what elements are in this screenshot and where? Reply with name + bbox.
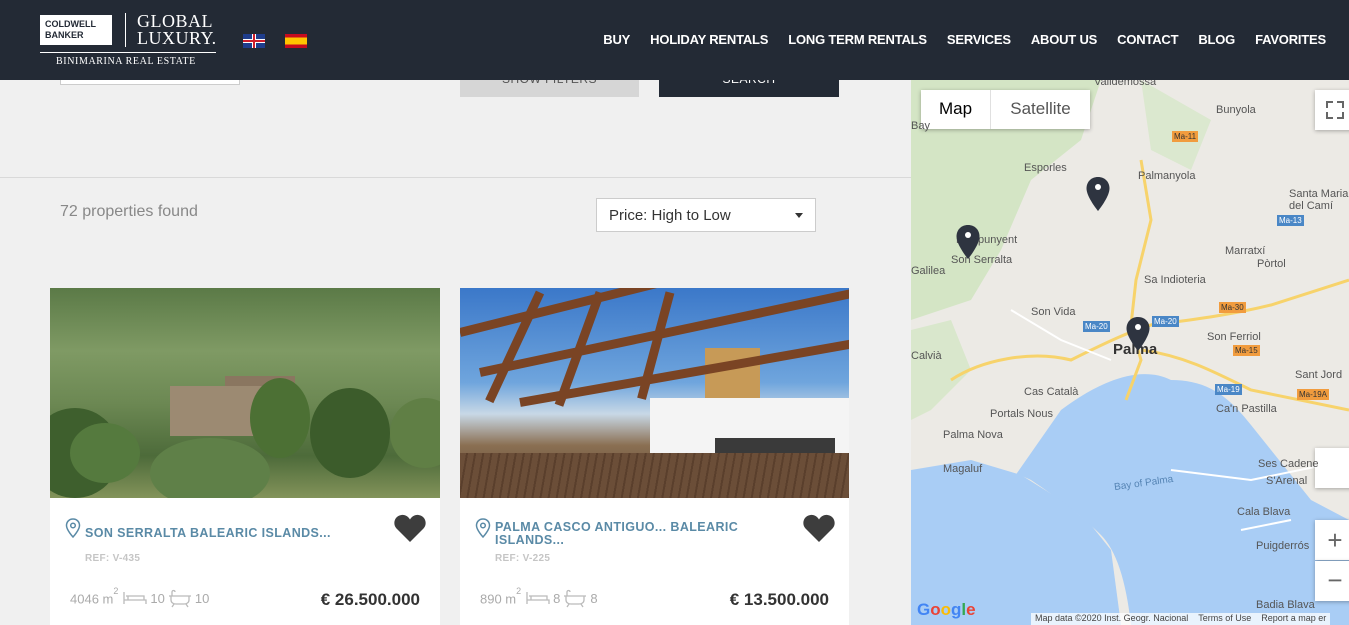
report-link[interactable]: Report a map er [1261, 613, 1326, 625]
road-badge: Ma-30 [1219, 302, 1246, 313]
bath-icon [168, 589, 191, 608]
nav-about-us[interactable]: ABOUT US [1031, 32, 1097, 47]
road-badge: Ma-13 [1277, 215, 1304, 226]
map-label: Bay [911, 120, 930, 132]
property-ref: REF: V-435 [85, 553, 141, 564]
bath-icon [564, 589, 587, 608]
map-type-control: Map Satellite [921, 90, 1090, 129]
fullscreen-button[interactable] [1315, 90, 1349, 130]
map-type-map[interactable]: Map [921, 90, 991, 129]
property-specs: 890 m2 8 8 [480, 585, 598, 608]
map-label: Calvià [911, 350, 942, 362]
map-data-text: Map data ©2020 Inst. Geogr. Nacional [1035, 613, 1189, 623]
uk-flag-icon[interactable] [243, 34, 265, 48]
divider [0, 177, 911, 178]
map-marker-icon[interactable] [955, 224, 981, 260]
property-card[interactable]: SON SERRALTA BALEARIC ISLANDS... REF: V-… [50, 288, 440, 625]
baths-value: 8 [590, 590, 598, 606]
logo-subtitle: BINIMARINA REAL ESTATE [56, 56, 196, 67]
main-nav: BUY HOLIDAY RENTALS LONG TERM RENTALS SE… [603, 32, 1326, 47]
property-specs: 4046 m2 10 10 [70, 585, 210, 608]
road-badge: Ma-19 [1215, 384, 1242, 395]
heart-icon[interactable] [802, 513, 836, 543]
site-header: COLDWELL BANKER GLOBAL LUXURY. BINIMARIN… [0, 0, 1349, 80]
map-marker-icon[interactable] [1085, 176, 1111, 212]
nav-buy[interactable]: BUY [603, 32, 630, 47]
logo-rule [40, 52, 216, 53]
property-price: € 26.500.000 [320, 590, 420, 609]
property-map[interactable]: Map Satellite + − Valldemossa Bunyola Ba… [911, 80, 1349, 625]
map-marker-icon[interactable] [1125, 316, 1151, 352]
spain-flag-icon[interactable] [285, 34, 307, 48]
terms-link[interactable]: Terms of Use [1198, 613, 1251, 625]
map-label: Ca'n Pastilla [1216, 403, 1277, 415]
property-card[interactable]: PALMA CASCO ANTIGUO... BALEARIC ISLANDS.… [460, 288, 849, 625]
road-badge: Ma-19A [1297, 389, 1330, 400]
map-attribution: Map data ©2020 Inst. Geogr. Nacional Ter… [1031, 613, 1331, 625]
map-label: Marratxí [1225, 245, 1266, 257]
map-label: Cas Català [1024, 386, 1079, 398]
map-label: Sa Indioteria [1144, 274, 1206, 286]
property-title[interactable]: SON SERRALTA BALEARIC ISLANDS... [85, 527, 385, 540]
google-logo[interactable]: Google [917, 600, 976, 620]
coldwell-banker-logo: COLDWELL BANKER [40, 15, 112, 45]
fullscreen-icon [1326, 101, 1344, 119]
map-label: Sant Jord [1295, 369, 1343, 381]
area-value: 4046 m2 [70, 585, 119, 607]
map-label: Pòrtol [1257, 258, 1286, 270]
map-label: Bunyola [1216, 104, 1256, 116]
map-label: Portals Nous [990, 408, 1053, 420]
sort-select[interactable]: Price: High to Low [596, 198, 816, 232]
property-photo[interactable] [50, 288, 440, 498]
chevron-down-icon [795, 213, 803, 218]
map-label: Son Vida [1031, 306, 1076, 318]
property-ref: REF: V-225 [495, 553, 551, 564]
property-photo[interactable] [460, 288, 849, 498]
nav-services[interactable]: SERVICES [947, 32, 1011, 47]
location-pin-icon [65, 518, 81, 538]
road-badge: Ma-20 [1152, 316, 1179, 327]
nav-contact[interactable]: CONTACT [1117, 32, 1178, 47]
map-label: Esporles [1024, 162, 1067, 174]
map-label: Ses Cadene [1258, 458, 1319, 470]
baths-value: 10 [194, 590, 210, 606]
map-label: Palma Nova [943, 429, 1003, 441]
map-label: Santa Maria del Camí [1289, 188, 1349, 212]
road-badge: Ma-15 [1233, 345, 1260, 356]
area-value: 890 m2 [480, 585, 522, 607]
map-label: Badia Blava [1256, 599, 1315, 611]
street-view-button[interactable] [1315, 448, 1349, 488]
nav-blog[interactable]: BLOG [1198, 32, 1235, 47]
nav-holiday-rentals[interactable]: HOLIDAY RENTALS [650, 32, 768, 47]
logo[interactable]: COLDWELL BANKER GLOBAL LUXURY. BINIMARIN… [40, 11, 217, 69]
map-label: S'Arenal [1266, 475, 1308, 487]
map-label: Cala Blava [1237, 506, 1291, 518]
bed-icon [123, 592, 148, 604]
location-pin-icon [475, 518, 491, 538]
global-luxury-logo: GLOBAL LUXURY. [137, 11, 217, 48]
map-label: Valldemossa [1094, 80, 1157, 88]
sort-select-value: Price: High to Low [609, 207, 731, 224]
road-badge: Ma-20 [1083, 321, 1110, 332]
map-label: Son Ferriol [1207, 331, 1261, 343]
bed-icon [526, 592, 550, 604]
map-label: Puigderrós [1256, 540, 1310, 552]
beds-value: 10 [150, 590, 165, 606]
map-label: Palmanyola [1138, 170, 1196, 182]
zoom-out-button[interactable]: − [1315, 561, 1349, 601]
beds-value: 8 [553, 590, 561, 606]
property-title[interactable]: PALMA CASCO ANTIGUO... BALEARIC ISLANDS.… [495, 521, 795, 547]
map-label: Galilea [911, 265, 946, 277]
road-badge: Ma-11 [1172, 131, 1199, 142]
heart-icon[interactable] [393, 513, 427, 543]
map-label: Magaluf [943, 463, 983, 475]
nav-favorites[interactable]: FAVORITES [1255, 32, 1326, 47]
property-price: € 13.500.000 [729, 590, 829, 609]
results-count: 72 properties found [60, 203, 198, 220]
zoom-in-button[interactable]: + [1315, 520, 1349, 560]
nav-long-term-rentals[interactable]: LONG TERM RENTALS [788, 32, 927, 47]
map-type-satellite[interactable]: Satellite [991, 90, 1090, 129]
logo-divider [125, 13, 126, 47]
